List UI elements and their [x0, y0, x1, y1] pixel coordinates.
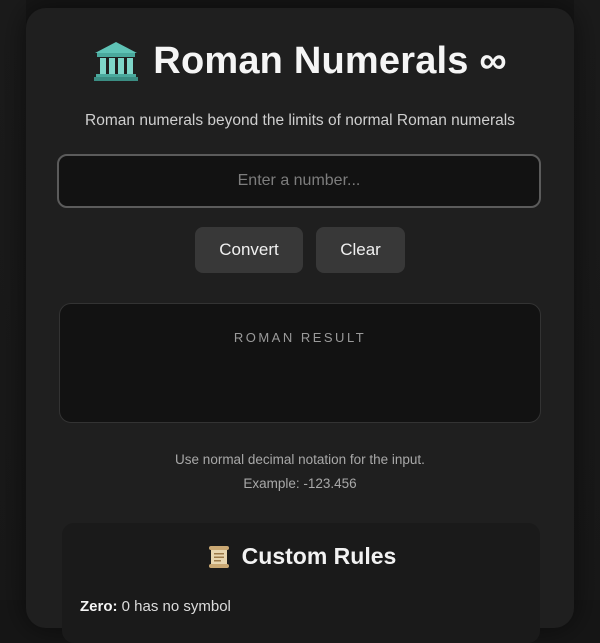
number-input[interactable]: [57, 154, 541, 208]
page-background-right: [574, 0, 600, 600]
clear-button[interactable]: Clear: [316, 227, 405, 273]
custom-rules-section: Custom Rules Zero: 0 has no symbol: [62, 523, 540, 643]
title-text: Roman Numerals ∞: [153, 40, 506, 83]
classical-building-icon: [93, 40, 139, 82]
input-example: Example: -123.456: [26, 476, 574, 491]
page-background-left: [0, 0, 26, 600]
custom-rules-heading: Custom Rules: [62, 543, 540, 570]
input-hint: Use normal decimal notation for the inpu…: [26, 452, 574, 467]
convert-button[interactable]: Convert: [195, 227, 303, 273]
scroll-icon: [206, 544, 232, 570]
page-title: Roman Numerals ∞: [26, 38, 574, 84]
rule-text: 0 has no symbol: [118, 598, 231, 615]
result-label: ROMAN RESULT: [60, 330, 540, 345]
subtitle: Roman numerals beyond the limits of norm…: [26, 112, 574, 130]
rules-title: Custom Rules: [242, 543, 397, 570]
converter-card: Roman Numerals ∞ Roman numerals beyond t…: [26, 8, 574, 628]
rule-item-zero: Zero: 0 has no symbol: [80, 598, 231, 615]
rule-term: Zero:: [80, 598, 118, 615]
result-panel: ROMAN RESULT: [59, 303, 541, 423]
